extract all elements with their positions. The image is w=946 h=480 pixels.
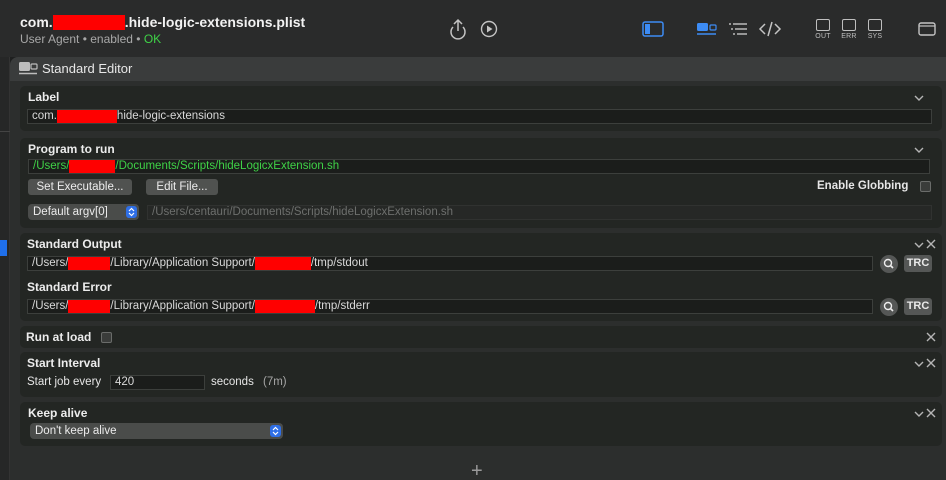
- run-at-load-title: Run at load: [26, 330, 92, 344]
- chevron-down-icon[interactable]: [913, 408, 925, 418]
- window-title: com. .hide-logic-extensions.plist: [20, 14, 306, 30]
- enable-globbing-checkbox[interactable]: [920, 181, 931, 192]
- redaction: [52, 14, 125, 30]
- list-view-icon[interactable]: [725, 16, 751, 42]
- add-key-button[interactable]: +: [471, 460, 483, 480]
- keep-alive-title: Keep alive: [28, 406, 88, 420]
- err-log-icon[interactable]: ERR: [838, 19, 860, 41]
- editor-view-icon[interactable]: [694, 16, 720, 42]
- close-icon[interactable]: [925, 407, 937, 419]
- output-panel: Standard Output /Users//Library/Applicat…: [20, 233, 942, 321]
- program-title: Program to run: [28, 142, 115, 156]
- sidebar-toggle-icon[interactable]: [640, 16, 666, 42]
- redaction: [68, 257, 111, 270]
- set-executable-button[interactable]: Set Executable...: [28, 179, 132, 195]
- close-icon[interactable]: [925, 331, 937, 343]
- trc-stdout-button[interactable]: TRC: [904, 255, 932, 272]
- stdout-title: Standard Output: [27, 237, 122, 251]
- sidebar-strip: [0, 57, 10, 480]
- reveal-stderr-button[interactable]: [880, 298, 898, 316]
- enable-globbing-label: Enable Globbing: [817, 180, 909, 192]
- start-interval-title: Start Interval: [27, 356, 101, 370]
- editor-title: Standard Editor: [42, 61, 133, 76]
- inspector-icon[interactable]: [914, 16, 940, 42]
- play-icon[interactable]: [476, 16, 502, 42]
- stderr-field[interactable]: /Users//Library/Application Support//tmp…: [27, 299, 873, 314]
- chevron-down-icon[interactable]: [913, 239, 925, 249]
- start-interval-prefix: Start job every: [27, 376, 102, 388]
- redaction: [254, 300, 315, 313]
- editor-header: Standard Editor: [10, 57, 946, 81]
- trc-stderr-button[interactable]: TRC: [904, 298, 932, 315]
- stderr-title: Standard Error: [27, 280, 112, 294]
- interval-human-label: (7m): [263, 376, 287, 388]
- sys-log-icon[interactable]: SYS: [864, 19, 886, 41]
- title-bar: com. .hide-logic-extensions.plist User Ag…: [0, 0, 946, 57]
- status-ok: OK: [143, 32, 162, 46]
- popup-arrows-icon: [126, 206, 137, 218]
- label-panel: Label com. hide-logic-extensions: [20, 86, 942, 131]
- program-path-field[interactable]: /Users//Documents/Scripts/hideLogicxExte…: [28, 159, 930, 174]
- close-icon[interactable]: [925, 357, 937, 369]
- popup-arrows-icon: [270, 425, 281, 437]
- redaction: [56, 110, 117, 123]
- chevron-down-icon[interactable]: [913, 144, 925, 154]
- label-title: Label: [28, 90, 60, 104]
- code-view-icon[interactable]: [757, 16, 783, 42]
- run-at-load-checkbox[interactable]: [101, 332, 112, 343]
- start-interval-panel: Start Interval Start job every 420 secon…: [20, 352, 942, 397]
- reveal-stdout-button[interactable]: [880, 255, 898, 273]
- start-interval-input[interactable]: 420: [110, 375, 205, 390]
- redaction: [69, 160, 116, 173]
- program-panel: Program to run /Users//Documents/Scripts…: [20, 138, 942, 228]
- close-icon[interactable]: [925, 238, 937, 250]
- argv-field[interactable]: /Users/centauri/Documents/Scripts/hideLo…: [147, 205, 932, 220]
- redaction: [254, 257, 311, 270]
- out-log-icon[interactable]: OUT: [812, 19, 834, 41]
- window-subtitle: User Agent • enabled • OK: [20, 32, 162, 46]
- keep-alive-popup[interactable]: Don't keep alive: [30, 423, 283, 439]
- label-field[interactable]: com. hide-logic-extensions: [27, 109, 932, 124]
- share-icon[interactable]: [445, 16, 471, 42]
- stdout-field[interactable]: /Users//Library/Application Support//tmp…: [27, 256, 873, 271]
- editor-mode-icon[interactable]: [18, 61, 38, 75]
- sidebar-selection[interactable]: [0, 240, 7, 256]
- edit-file-button[interactable]: Edit File...: [146, 179, 218, 195]
- run-at-load-panel: Run at load: [20, 326, 942, 348]
- seconds-label: seconds: [211, 376, 254, 388]
- keep-alive-panel: Keep alive Don't keep alive: [20, 402, 942, 446]
- redaction: [68, 300, 111, 313]
- argv-popup[interactable]: Default argv[0]: [28, 204, 139, 220]
- chevron-down-icon[interactable]: [913, 358, 925, 368]
- chevron-down-icon[interactable]: [913, 92, 925, 102]
